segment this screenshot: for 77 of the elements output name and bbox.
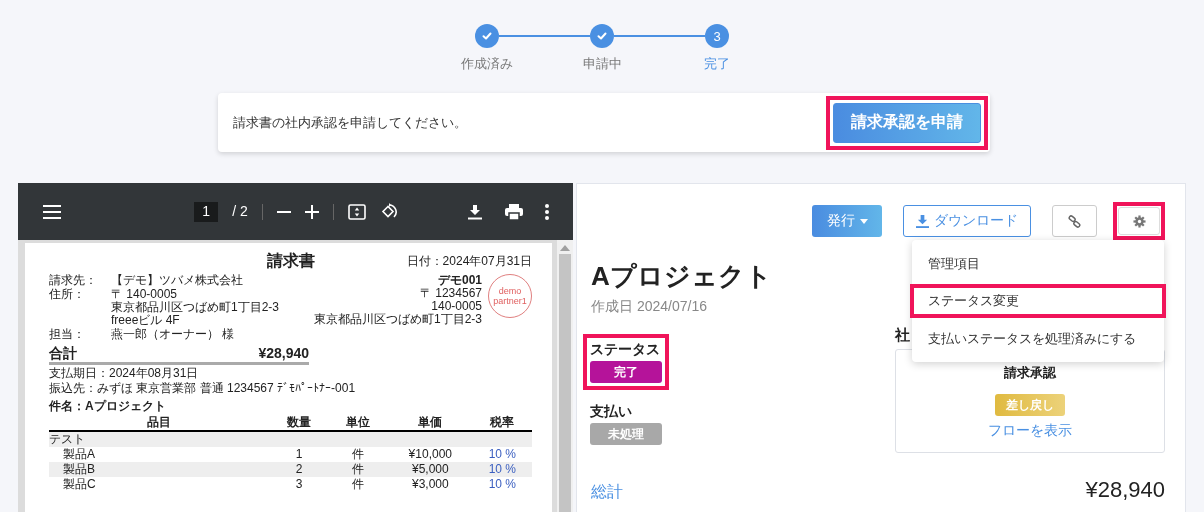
step-label: 申請中 [582, 55, 622, 73]
scrollbar-thumb[interactable] [559, 254, 571, 512]
table-cell-text: 1 [294, 448, 304, 461]
field-value: 東京都品川区つばめ町1丁目2-3 [111, 301, 280, 314]
more-icon[interactable] [545, 203, 549, 220]
section-heading: 社 [895, 326, 910, 345]
total-amount: ¥28,940 [1085, 477, 1165, 503]
menu-item[interactable]: 支払いステータスを処理済みにする [914, 322, 1162, 355]
fit-page-icon[interactable] [347, 203, 366, 220]
check-icon [596, 30, 608, 42]
table-cell-text: ¥10,000 [407, 448, 453, 461]
returned-badge: 差し戻し [995, 394, 1065, 416]
total-label: 合計 [49, 345, 77, 362]
table-cell-text: 件 [351, 448, 366, 461]
column-header: 単位 [345, 416, 372, 429]
page-number-field[interactable]: 1 [194, 201, 219, 222]
field-value: 〒 140-0005 [111, 288, 179, 301]
project-title: Aプロジェクト [591, 260, 773, 292]
table-cell-text: 10 % [487, 448, 517, 461]
download-button[interactable]: ダウンロード [903, 205, 1031, 237]
print-icon[interactable] [505, 203, 523, 220]
status-label: 支払い [590, 403, 633, 421]
bank-details: 振込先：みずほ 東京営業部 普通 1234567 ﾃﾞﾓﾊﾟｰﾄﾅｰ-001 [49, 382, 357, 395]
page-count: / 2 [232, 205, 248, 218]
instruction-text: 請求書の社内承認を申請してください。 [233, 113, 467, 132]
table-cell-text: 製品C [62, 478, 97, 491]
table-cell-text: 2 [294, 463, 304, 476]
step-number: 3 [705, 24, 729, 48]
document-date: 日付：2024年07月31日 [406, 254, 532, 268]
link-button[interactable] [1052, 205, 1097, 237]
created-date: 作成日 2024/07/16 [591, 298, 708, 316]
table-cell-text: 件 [351, 463, 366, 476]
menu-icon[interactable] [43, 204, 61, 219]
step-label: 完了 [704, 55, 730, 73]
column-header: 単価 [417, 416, 444, 429]
step-label: 作成済み [461, 55, 513, 73]
settings-icon [1132, 214, 1146, 228]
total-amount: ¥28,940 [258, 345, 309, 362]
table-cell-text: ¥5,000 [410, 463, 450, 476]
check-icon [481, 30, 493, 42]
status-badge: 未処理 [590, 423, 662, 445]
table-cell-text: 10 % [487, 463, 517, 476]
group-cell-text: テスト [49, 433, 86, 446]
issuer-address: 〒 1234567 [419, 287, 482, 300]
download-icon [916, 214, 929, 228]
table-cell-text: 10 % [487, 478, 517, 491]
column-header: 税率 [489, 416, 516, 429]
field-label: 担当： [49, 328, 86, 341]
table-cell-text: 製品A [62, 448, 96, 461]
field-label: 請求先： [49, 274, 98, 287]
field-value: 燕一郎（オーナー） 様 [111, 328, 236, 341]
issuer-address: 140-0005 [431, 300, 482, 313]
menu-item[interactable]: 管理項目 [914, 247, 1162, 280]
document-title: 請求書 [266, 251, 315, 271]
field-value: freeeビル 4F [111, 314, 181, 327]
field-value: 【デモ】ツバメ株式会社 [111, 274, 244, 287]
column-header: 数量 [285, 416, 312, 429]
approval-title: 請求承認 [1004, 364, 1056, 382]
column-header: 品目 [146, 416, 173, 429]
table-cell-text: 製品B [62, 463, 96, 476]
field-label: 住所： [49, 288, 86, 303]
due-date: 支払期日：2024年08月31日 [49, 367, 200, 380]
table-cell-text: 件 [351, 478, 366, 491]
zoom-in-icon[interactable] [304, 204, 319, 219]
status-label: ステータス [590, 341, 661, 359]
table-cell-text: 3 [294, 478, 304, 491]
rotate-icon[interactable] [379, 202, 398, 221]
issuer-name: デモ001 [437, 274, 482, 287]
issuer-address: 東京都品川区つばめ町1丁目2-3 [313, 313, 482, 326]
menu-item[interactable]: ステータス変更 [914, 288, 1162, 314]
subject-text: 件名：Aプロジェクト [49, 400, 167, 413]
download-icon[interactable] [467, 203, 483, 220]
caret-icon [859, 218, 868, 224]
status-badge: 完了 [590, 361, 662, 383]
link-icon [1068, 214, 1081, 228]
table-cell-text: ¥3,000 [410, 478, 450, 491]
total-label: 総計 [591, 482, 623, 502]
